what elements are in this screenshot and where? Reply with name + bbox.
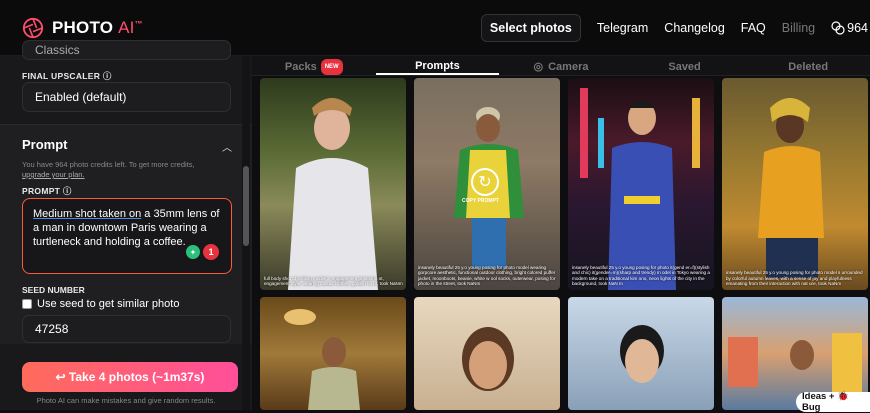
upscaler-select[interactable]: Enabled (default) [22, 82, 231, 112]
credits-hint: You have 964 photo credits left. To get … [22, 160, 195, 179]
portrait-photo [462, 327, 514, 391]
photo-card[interactable]: insanely beautiful 25 y.o young posing f… [568, 78, 714, 290]
photo-caption: insanely beautiful 25 y.o young posing f… [726, 270, 863, 287]
seed-checkbox-row[interactable]: Use seed to get similar photo [22, 298, 179, 310]
grammar-icon: ✦ [186, 245, 200, 259]
new-badge: NEW [320, 58, 343, 75]
photo-card[interactable]: ↻ COPY PROMPT insanely beautiful 25 y.o … [414, 78, 560, 290]
tab-saved[interactable]: Saved [623, 56, 747, 75]
truncated-field[interactable]: Classics [22, 40, 231, 60]
tab-deleted[interactable]: Deleted [746, 56, 870, 75]
upgrade-link[interactable]: upgrade your plan. [22, 170, 85, 179]
tab-packs-label: Packs [284, 60, 317, 73]
copy-prompt-icon[interactable]: ↻ [471, 168, 499, 196]
logo[interactable]: PHOTO AI™ [22, 17, 143, 39]
prompt-text-underlined: Medium shot taken on [33, 208, 142, 220]
disclaimer: Photo AI can make mistakes and give rand… [36, 396, 216, 405]
tab-camera-label: Camera [548, 60, 589, 73]
photo-card[interactable] [414, 297, 560, 410]
photo-card[interactable] [260, 297, 406, 410]
chevron-up-icon[interactable]: ︿ [222, 139, 232, 154]
sidebar-scrollbar[interactable] [242, 56, 250, 410]
gallery-tabs: Packs NEW Prompts ◎ Camera Saved Deleted [252, 56, 870, 76]
seed-input[interactable]: 47258 [22, 315, 231, 343]
portrait-photo [284, 309, 360, 410]
credits-counter[interactable]: 964 [831, 21, 868, 35]
photo-card[interactable]: full body shot of smiling model in engag… [260, 78, 406, 290]
camera-icon: ◎ [533, 60, 544, 73]
logo-text: PHOTO AI™ [52, 17, 143, 37]
grammar-indicator[interactable]: ✦ 1 [186, 243, 219, 261]
tab-camera[interactable]: ◎ Camera [499, 56, 623, 75]
photo-caption: insanely beautiful 25 y.o young posing f… [418, 264, 556, 287]
nav-telegram[interactable]: Telegram [597, 21, 648, 35]
tab-prompts[interactable]: Prompts [375, 56, 500, 75]
photo-grid: full body shot of smiling model in engag… [258, 78, 870, 410]
photo-caption: full body shot of smiling model in engag… [264, 275, 403, 287]
prompt-textarea[interactable]: Medium shot taken on a 35mm lens of a ma… [22, 198, 232, 274]
coins-icon [831, 21, 845, 35]
upscaler-label: FINAL UPSCALER ⓘ [22, 71, 112, 81]
portrait-photo [580, 88, 700, 290]
photo-card[interactable]: insanely beautiful 25 y.o young posing f… [722, 78, 868, 290]
select-photos-button[interactable]: Select photos [480, 14, 581, 42]
tab-packs[interactable]: Packs NEW [252, 56, 376, 75]
aperture-logo-icon [22, 17, 44, 38]
feedback-chip[interactable]: Ideas + 🐞 Bug [796, 391, 870, 413]
portrait-photo [620, 325, 664, 383]
credits-count: 964 [847, 21, 868, 35]
portrait-photo [758, 98, 824, 278]
top-nav: Select photos Telegram Changelog FAQ Bil… [480, 0, 870, 56]
seed-checkbox[interactable] [22, 299, 32, 309]
copy-prompt-label[interactable]: COPY PROMPT [462, 198, 499, 204]
nav-faq[interactable]: FAQ [741, 21, 766, 35]
portrait-photo [288, 98, 378, 290]
photo-caption: insanely beautiful 25 y.o young posing f… [572, 264, 710, 287]
nav-changelog[interactable]: Changelog [664, 21, 724, 35]
scrollbar-thumb[interactable] [243, 166, 249, 246]
seed-checkbox-label: Use seed to get similar photo [37, 298, 180, 310]
seed-label: SEED NUMBER [22, 285, 85, 295]
photo-card[interactable] [568, 297, 714, 410]
take-photos-button[interactable]: ↩ Take 4 photos (~1m37s) [22, 362, 238, 392]
prompt-section-title[interactable]: Prompt [22, 137, 68, 152]
alert-count-badge: 1 [203, 244, 219, 260]
prompt-label: PROMPT ⓘ [22, 186, 72, 196]
nav-billing[interactable]: Billing [782, 21, 815, 35]
